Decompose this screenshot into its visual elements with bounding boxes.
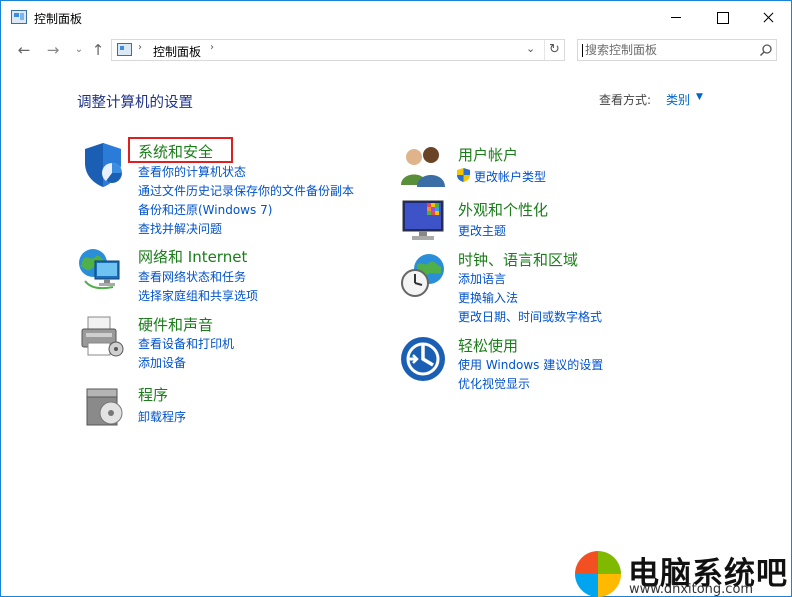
text-caret (582, 44, 583, 57)
search-box[interactable] (577, 39, 777, 61)
user-accounts-icon[interactable] (399, 143, 447, 191)
programs-icon[interactable] (81, 381, 129, 429)
link-uninstall-program[interactable]: 卸载程序 (138, 408, 186, 425)
category-network-internet[interactable]: 网络和 Internet (138, 246, 247, 267)
view-by-dropdown[interactable]: 类别 (666, 91, 690, 108)
minimize-button[interactable] (653, 1, 699, 33)
control-panel-icon (11, 10, 27, 24)
watermark-url: www.dnxitong.com (629, 582, 754, 597)
window-title: 控制面板 (34, 12, 83, 26)
printer-icon[interactable] (78, 313, 126, 361)
view-by-label: 查看方式: (599, 93, 652, 107)
address-bar[interactable]: › 控制面板 › ⌄ ↻ (111, 39, 565, 61)
recent-locations-button[interactable]: ⌄ (69, 40, 89, 60)
link-troubleshoot[interactable]: 查找并解决问题 (138, 220, 222, 237)
link-devices-printers[interactable]: 查看设备和打印机 (138, 335, 234, 352)
search-input[interactable] (585, 41, 755, 59)
up-button[interactable]: ↑ (88, 40, 108, 60)
forward-button[interactable]: → (43, 40, 63, 60)
category-system-security[interactable]: 系统和安全 (138, 141, 213, 162)
link-change-input-method[interactable]: 更换输入法 (458, 289, 518, 306)
appearance-monitor-icon[interactable] (399, 195, 447, 243)
search-icon[interactable] (759, 43, 773, 57)
control-panel-window: 控制面板 ← → ⌄ ↑ › 控制面板 › ⌄ ↻ 调整计算机的设置 查看方式:… (0, 0, 792, 597)
page-title: 调整计算机的设置 (77, 95, 193, 111)
uac-shield-icon (457, 168, 470, 182)
link-change-theme[interactable]: 更改主题 (458, 222, 506, 239)
chevron-down-icon[interactable]: ▼ (696, 92, 703, 102)
shield-icon[interactable] (79, 141, 127, 189)
link-backup-restore[interactable]: 备份和还原(Windows 7) (138, 201, 272, 218)
link-network-status[interactable]: 查看网络状态和任务 (138, 268, 246, 285)
link-add-device[interactable]: 添加设备 (138, 354, 186, 371)
link-homegroup-sharing[interactable]: 选择家庭组和共享选项 (138, 287, 258, 304)
category-clock-language-region[interactable]: 时钟、语言和区域 (458, 249, 578, 270)
link-file-history-backup[interactable]: 通过文件历史记录保存你的文件备份副本 (138, 182, 354, 199)
title-bar[interactable]: 控制面板 (1, 1, 791, 34)
windows-logo-icon (575, 551, 621, 597)
link-view-computer-status[interactable]: 查看你的计算机状态 (138, 163, 246, 180)
link-optimize-visual-display[interactable]: 优化视觉显示 (458, 375, 530, 392)
link-change-account-type[interactable]: 更改帐户类型 (474, 168, 546, 185)
category-ease-of-access[interactable]: 轻松使用 (458, 335, 518, 356)
category-programs[interactable]: 程序 (138, 384, 168, 405)
network-globe-icon[interactable] (77, 245, 125, 293)
ease-of-access-icon[interactable] (399, 335, 447, 383)
close-button[interactable] (745, 1, 791, 33)
category-hardware-sound[interactable]: 硬件和声音 (138, 314, 213, 335)
address-dropdown-button[interactable]: ⌄ (526, 42, 535, 55)
control-panel-icon (117, 43, 132, 56)
breadcrumb-separator[interactable]: › (210, 42, 214, 53)
link-change-date-time-format[interactable]: 更改日期、时间或数字格式 (458, 308, 602, 325)
category-user-accounts[interactable]: 用户帐户 (458, 144, 518, 165)
category-appearance[interactable]: 外观和个性化 (458, 199, 548, 220)
breadcrumb-separator[interactable]: › (138, 42, 142, 53)
maximize-button[interactable] (699, 1, 745, 33)
refresh-button[interactable]: ↻ (544, 40, 564, 60)
clock-globe-icon[interactable] (399, 251, 447, 299)
breadcrumb-control-panel[interactable]: 控制面板 (153, 43, 201, 60)
link-windows-recommended-settings[interactable]: 使用 Windows 建议的设置 (458, 356, 603, 373)
link-add-language[interactable]: 添加语言 (458, 270, 506, 287)
back-button[interactable]: ← (14, 40, 34, 60)
